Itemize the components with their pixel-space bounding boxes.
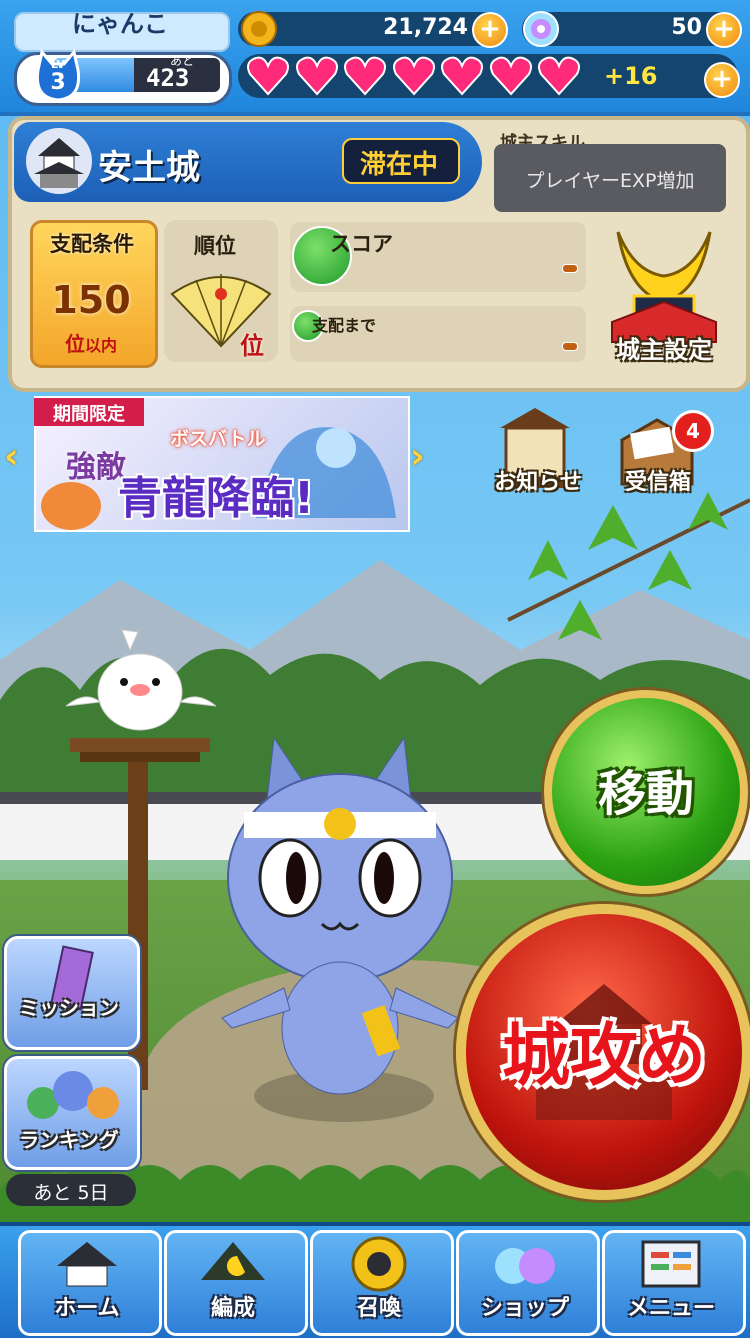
inbox-count-badge: 4 — [672, 410, 714, 452]
hearts-extra: +16 — [604, 62, 658, 90]
coin-icon — [241, 11, 277, 47]
player-name: にゃんこ — [72, 10, 168, 38]
lord-skill-text: プレイヤーEXP増加 — [525, 170, 695, 192]
ranking-label[interactable]: ランキング — [4, 1124, 134, 1153]
ranking-characters-icon — [27, 1071, 119, 1119]
heart-icon — [489, 56, 532, 96]
heart-icon — [344, 56, 386, 96]
notice-label[interactable]: お知らせ — [476, 464, 600, 496]
rank-label: 順位 — [194, 234, 236, 258]
inbox-label[interactable]: 受信箱 — [600, 464, 716, 496]
castle-icon — [57, 1242, 117, 1287]
condition-suffix-within: 以内 — [84, 336, 117, 355]
menu-icon — [641, 1240, 701, 1288]
condition-rank: 150 — [51, 278, 131, 322]
castle-attack-label[interactable]: 城攻め — [456, 1000, 750, 1099]
stay-status-text: 滞在中 — [359, 150, 438, 180]
cat-character — [221, 736, 459, 1122]
condition-label: 支配条件 — [50, 232, 134, 256]
heart-icon — [295, 56, 338, 96]
coin-amount: 21,724 — [383, 15, 468, 40]
lord-settings-label[interactable]: 城主設定 — [600, 330, 728, 365]
limited-time-text: 期間限定 — [53, 404, 125, 425]
heart-icon — [247, 56, 289, 96]
strong-enemy-text: 強敵 — [66, 450, 126, 485]
domination-label: 支配まで — [312, 316, 377, 335]
gem-icon — [523, 11, 559, 47]
add-coins-button[interactable]: + — [472, 12, 508, 48]
castle-name: 安土城 — [98, 148, 200, 188]
rank-suffix: 位 — [240, 332, 264, 360]
banner-next-arrow[interactable]: › — [410, 436, 425, 477]
nav-label[interactable]: ショップ — [456, 1290, 594, 1322]
add-gems-button[interactable]: + — [706, 12, 742, 48]
team-icon — [201, 1242, 265, 1280]
heart-icon — [392, 56, 435, 96]
nav-label[interactable]: 召喚 — [310, 1290, 448, 1322]
castle-icon — [26, 128, 92, 194]
banner-prev-arrow[interactable]: ‹ — [4, 436, 19, 477]
nav-label[interactable]: 編成 — [164, 1290, 302, 1322]
condition-suffix-rank: 位 — [64, 332, 85, 356]
score-label: スコア — [330, 232, 393, 256]
domination-value-indicator — [562, 342, 578, 351]
ranking-days-left: あと 5日 — [33, 1182, 109, 1204]
exp-left-value: 423 — [146, 64, 190, 92]
summon-icon — [351, 1236, 407, 1292]
nav-label[interactable]: ホーム — [18, 1290, 156, 1322]
add-hearts-button[interactable]: + — [704, 62, 740, 98]
heart-icon — [441, 56, 483, 96]
level-value: 3 — [50, 70, 66, 95]
score-value-indicator — [562, 264, 578, 273]
condition-suffix: 位以内 — [30, 328, 152, 357]
mission-label[interactable]: ミッション — [4, 992, 134, 1021]
banner-title: 青龍降臨! — [118, 473, 315, 524]
shop-icon — [495, 1248, 555, 1284]
nav-label[interactable]: メニュー — [602, 1290, 740, 1322]
move-label[interactable]: 移動 — [544, 754, 748, 824]
boss-battle-text: ボスバトル — [170, 428, 266, 450]
heart-icon — [538, 56, 580, 96]
gem-amount: 50 — [671, 15, 702, 40]
